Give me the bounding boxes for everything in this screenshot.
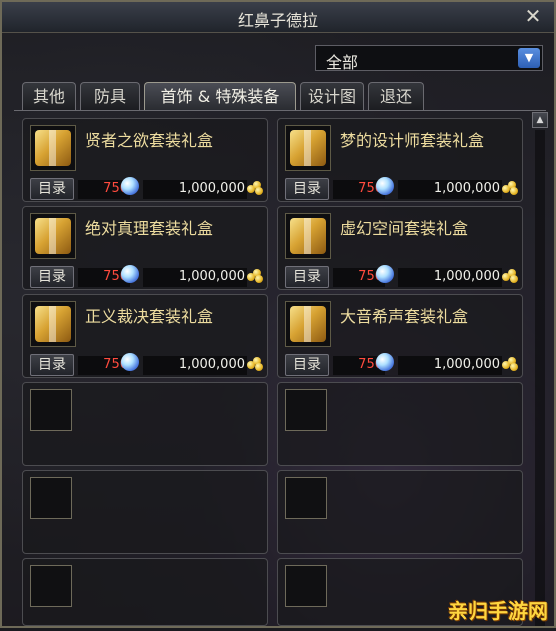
item-slot[interactable]	[285, 125, 331, 171]
gift-box-icon	[35, 130, 71, 166]
tab-label: 防具	[93, 87, 126, 106]
gold-field: 1,000,000	[398, 180, 502, 199]
crystal-gem-icon	[376, 353, 394, 371]
item-name: 绝对真理套装礼盒	[85, 219, 214, 238]
item-gold-cost: 1,000,000	[433, 181, 500, 196]
crystal-gem-icon	[121, 353, 139, 371]
crystal-gem-icon	[376, 177, 394, 195]
window-title: 红鼻子德拉	[237, 11, 318, 30]
item-gold-cost: 1,000,000	[178, 269, 245, 284]
item-slot[interactable]	[285, 301, 331, 347]
category-filter-select[interactable]: 全部 ▼	[315, 45, 543, 72]
crystal-gem-icon	[376, 265, 394, 283]
item-name: 大音希声套装礼盒	[340, 307, 469, 326]
item-card[interactable]: 正义裁决套装礼盒 目录 750 1,000,000	[22, 294, 268, 378]
tab-label: 退还	[379, 87, 412, 106]
catalog-button[interactable]: 目录	[285, 266, 329, 288]
gold-field: 1,000,000	[398, 356, 502, 375]
empty-item-card	[277, 470, 523, 554]
catalog-button[interactable]: 目录	[30, 354, 74, 376]
item-gold-cost: 1,000,000	[178, 357, 245, 372]
tab-label: 首饰 & 特殊装备	[160, 87, 280, 106]
catalog-button[interactable]: 目录	[30, 178, 74, 200]
catalog-button[interactable]: 目录	[285, 178, 329, 200]
item-slot[interactable]	[30, 213, 76, 259]
gift-box-icon	[35, 306, 71, 342]
catalog-button[interactable]: 目录	[30, 266, 74, 288]
scrollbar[interactable]: ▲	[532, 112, 548, 628]
crystal-gem-icon	[121, 265, 139, 283]
chevron-down-icon[interactable]: ▼	[518, 48, 540, 68]
empty-slot	[285, 477, 327, 519]
gold-coin-icon	[502, 357, 518, 371]
item-slot[interactable]	[30, 301, 76, 347]
gift-box-icon	[290, 130, 326, 166]
gold-field: 1,000,000	[143, 180, 247, 199]
scroll-track[interactable]	[535, 130, 545, 626]
item-slot[interactable]	[30, 125, 76, 171]
filter-selected-value: 全部	[326, 53, 359, 72]
gift-box-icon	[290, 306, 326, 342]
item-card[interactable]: 绝对真理套装礼盒 目录 750 1,000,000	[22, 206, 268, 290]
close-icon[interactable]: ✕	[522, 5, 544, 27]
tab-armor[interactable]: 防具	[80, 82, 140, 110]
shop-window: 红鼻子德拉 ✕ 全部 ▼ 其他 防具 首饰 & 特殊装备 设计图 退还 贤者之欲…	[0, 0, 556, 628]
item-slot[interactable]	[285, 213, 331, 259]
item-gold-cost: 1,000,000	[178, 181, 245, 196]
gold-coin-icon	[502, 269, 518, 283]
tab-return[interactable]: 退还	[368, 82, 424, 110]
item-card[interactable]: 大音希声套装礼盒 目录 750 1,000,000	[277, 294, 523, 378]
tab-other[interactable]: 其他	[22, 82, 76, 110]
gold-field: 1,000,000	[143, 268, 247, 287]
crystal-gem-icon	[121, 177, 139, 195]
item-gold-cost: 1,000,000	[433, 269, 500, 284]
tab-blueprints[interactable]: 设计图	[300, 82, 364, 110]
gold-coin-icon	[247, 269, 263, 283]
scroll-up-arrow-icon[interactable]: ▲	[532, 112, 548, 128]
title-bar[interactable]: 红鼻子德拉 ✕	[2, 2, 554, 33]
tab-label: 其他	[32, 87, 65, 106]
item-name: 贤者之欲套装礼盒	[85, 131, 214, 150]
empty-item-card	[22, 470, 268, 554]
item-card[interactable]: 贤者之欲套装礼盒 目录 750 1,000,000	[22, 118, 268, 202]
item-name: 正义裁决套装礼盒	[85, 307, 214, 326]
gift-box-icon	[290, 218, 326, 254]
item-card[interactable]: 梦的设计师套装礼盒 目录 750 1,000,000	[277, 118, 523, 202]
gold-coin-icon	[247, 181, 263, 195]
empty-item-card	[22, 382, 268, 466]
empty-slot	[30, 477, 72, 519]
empty-slot	[30, 389, 72, 431]
empty-slot	[285, 389, 327, 431]
gift-box-icon	[35, 218, 71, 254]
tab-accessories-special[interactable]: 首饰 & 特殊装备	[144, 82, 296, 110]
gold-coin-icon	[502, 181, 518, 195]
item-card[interactable]: 虚幻空间套装礼盒 目录 750 1,000,000	[277, 206, 523, 290]
catalog-button[interactable]: 目录	[285, 354, 329, 376]
empty-slot	[30, 565, 72, 607]
empty-item-card	[277, 382, 523, 466]
gold-coin-icon	[247, 357, 263, 371]
site-watermark: 亲归手游网	[448, 599, 548, 623]
empty-item-card	[22, 558, 268, 626]
tab-label: 设计图	[307, 87, 356, 106]
item-name: 梦的设计师套装礼盒	[340, 131, 485, 150]
item-gold-cost: 1,000,000	[433, 357, 500, 372]
gold-field: 1,000,000	[143, 356, 247, 375]
empty-slot	[285, 565, 327, 607]
item-name: 虚幻空间套装礼盒	[340, 219, 469, 238]
gold-field: 1,000,000	[398, 268, 502, 287]
